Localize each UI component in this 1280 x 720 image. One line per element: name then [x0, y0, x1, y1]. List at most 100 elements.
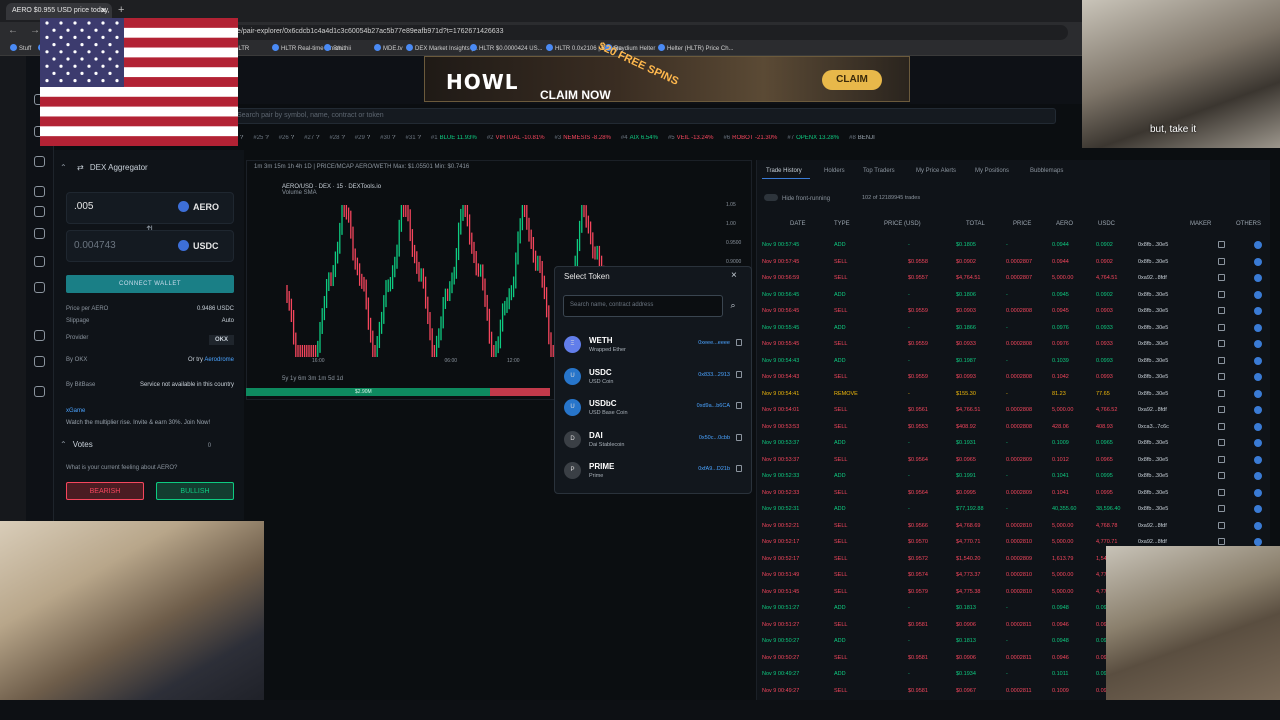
- token-address[interactable]: 0x833...2913: [698, 372, 730, 378]
- table-row[interactable]: Nov 9 00:56:45 ADD - $0.1806 - 0.0945 0.0902 0x…: [760, 288, 1268, 304]
- table-row[interactable]: Nov 9 00:53:37 SELL $0.9564 $0.0965 0.000280…: [760, 453, 1268, 469]
- xgame-label[interactable]: xGame: [66, 408, 234, 414]
- forward-icon[interactable]: →: [30, 25, 40, 36]
- slippage-value[interactable]: Auto: [222, 318, 234, 324]
- trade-maker[interactable]: 0x8fb...30e5: [1138, 391, 1168, 397]
- table-row[interactable]: Nov 9 00:54:43 ADD - $0.1987 - 0.1039 0.0993 0x…: [760, 354, 1268, 370]
- ticker-item[interactable]: #3 NEMESIS -8.28%: [555, 135, 611, 141]
- cart-icon[interactable]: [34, 356, 45, 367]
- votes-chevron-icon[interactable]: ⌃: [60, 440, 67, 449]
- trades-tab[interactable]: My Price Alerts: [916, 168, 956, 174]
- star-icon[interactable]: [34, 156, 45, 167]
- ticker-item[interactable]: #28?: [329, 135, 344, 141]
- etherscan-icon[interactable]: [1218, 241, 1225, 248]
- trade-maker[interactable]: 0x8fb...30e5: [1138, 490, 1168, 496]
- token-row[interactable]: Ξ WETH Wrapped Ether 0xeee...eeee: [562, 332, 746, 362]
- copy-icon[interactable]: [736, 370, 742, 378]
- etherscan-icon[interactable]: [1218, 323, 1225, 331]
- explorer-globe-icon[interactable]: [1254, 406, 1262, 414]
- ticker-item[interactable]: #30?: [380, 135, 395, 141]
- explorer-globe-icon[interactable]: [1254, 538, 1262, 546]
- range-selector[interactable]: 5y 1y 6m 3m 1m 5d 1d: [282, 376, 343, 382]
- table-row[interactable]: Nov 9 00:54:43 SELL $0.9559 $0.0993 0.000280…: [760, 370, 1268, 386]
- to-token-selector[interactable]: USDC: [178, 240, 219, 251]
- bookmark-item[interactable]: Stuff: [10, 44, 31, 52]
- provider-select[interactable]: OKX: [208, 335, 234, 345]
- explorer-globe-icon[interactable]: [1254, 274, 1262, 282]
- column-header[interactable]: AERO: [1056, 221, 1073, 227]
- from-token-selector[interactable]: AERO: [178, 201, 219, 212]
- table-row[interactable]: Nov 9 00:52:33 SELL $0.9564 $0.0995 0.000280…: [760, 486, 1268, 502]
- trade-maker[interactable]: 0xa92...8fdf: [1138, 407, 1167, 413]
- etherscan-icon[interactable]: [1218, 356, 1225, 364]
- trade-maker[interactable]: 0x8fb...30e5: [1138, 259, 1168, 265]
- table-row[interactable]: Nov 9 00:57:45 ADD - $0.1805 - 0.0944 0.0902 0x…: [760, 238, 1268, 254]
- column-header[interactable]: OTHERS: [1236, 221, 1261, 227]
- trade-maker[interactable]: 0x8fb...30e5: [1138, 457, 1168, 463]
- copy-icon[interactable]: [736, 402, 742, 409]
- etherscan-icon[interactable]: [1218, 389, 1225, 397]
- column-header[interactable]: USDC: [1098, 221, 1115, 227]
- power-icon[interactable]: [34, 386, 45, 397]
- table-row[interactable]: Nov 9 00:54:41 REMOVE - $155.30 - 81.23 77.65 0…: [760, 387, 1268, 403]
- trades-tab[interactable]: Bubblemaps: [1030, 168, 1063, 174]
- explorer-globe-icon[interactable]: [1254, 505, 1262, 513]
- trade-maker[interactable]: 0xa92...8fdf: [1138, 523, 1167, 529]
- table-row[interactable]: Nov 9 00:53:53 SELL $0.9553 $408.92 0.000280…: [760, 420, 1268, 436]
- etherscan-icon[interactable]: [1218, 472, 1225, 479]
- ticker-item[interactable]: #27?: [304, 135, 319, 141]
- explorer-globe-icon[interactable]: [1254, 488, 1262, 497]
- chart-toolbar[interactable]: 1m 3m 15m 1h 4h 1D | PRICE/MCAP AERO/WET…: [246, 160, 752, 178]
- trade-maker[interactable]: 0x8fb...30e5: [1138, 374, 1168, 380]
- etherscan-icon[interactable]: [1218, 307, 1225, 314]
- ticker-item[interactable]: #4 AIX 6.54%: [621, 135, 658, 141]
- token-row[interactable]: U USDbC USD Base Coin 0xd9a...b6CA: [562, 395, 746, 425]
- trade-maker[interactable]: 0x8fb...30e5: [1138, 292, 1168, 298]
- table-row[interactable]: Nov 9 00:52:21 SELL $0.9566 $4,768.69 0.0002…: [760, 519, 1268, 535]
- bullish-button[interactable]: BULLISH: [156, 482, 234, 500]
- search-icon[interactable]: ⌕: [724, 296, 742, 316]
- connect-wallet-button[interactable]: CONNECT WALLET: [66, 275, 234, 293]
- explorer-globe-icon[interactable]: [1254, 340, 1262, 348]
- to-amount-input[interactable]: 0.004743: [74, 240, 116, 251]
- etherscan-icon[interactable]: [1218, 373, 1225, 380]
- bookmark-item[interactable]: MDE.tv: [374, 44, 403, 52]
- trade-maker[interactable]: 0x8fb...30e5: [1138, 440, 1168, 446]
- ticker-item[interactable]: #1 BLUE 11.93%: [431, 135, 477, 141]
- ticker-item[interactable]: #6 ROBOT -21.30%: [723, 135, 777, 141]
- trade-maker[interactable]: 0xa92...8fdf: [1138, 539, 1167, 545]
- trade-maker[interactable]: 0xa92...8fdf: [1138, 275, 1167, 281]
- etherscan-icon[interactable]: [1218, 422, 1225, 430]
- ad-claim-button[interactable]: CLAIM: [822, 70, 882, 90]
- explorer-globe-icon[interactable]: [1254, 472, 1262, 480]
- copy-icon[interactable]: [736, 465, 742, 472]
- hide-front-running-toggle[interactable]: Hide front-running: [764, 194, 830, 202]
- etherscan-icon[interactable]: [1218, 257, 1225, 265]
- etherscan-icon[interactable]: [1218, 274, 1225, 281]
- etherscan-icon[interactable]: [1218, 340, 1225, 347]
- column-header[interactable]: TYPE: [834, 221, 850, 227]
- table-row[interactable]: Nov 9 00:56:45 SELL $0.9559 $0.0903 0.000280…: [760, 304, 1268, 320]
- etherscan-icon[interactable]: [1218, 521, 1225, 529]
- etherscan-icon[interactable]: [1218, 488, 1225, 496]
- bookmark-item[interactable]: Helter (HLTR) Price Ch...: [658, 44, 734, 52]
- explorer-globe-icon[interactable]: [1254, 323, 1262, 332]
- token-address[interactable]: 0xeee...eeee: [698, 340, 730, 346]
- ticker-item[interactable]: #31?: [406, 135, 421, 141]
- etherscan-icon[interactable]: [1218, 455, 1225, 463]
- ticker-item[interactable]: #8 BENJI: [849, 135, 875, 141]
- table-row[interactable]: Nov 9 00:55:45 SELL $0.9559 $0.0933 0.000280…: [760, 337, 1268, 353]
- stats-icon[interactable]: [34, 282, 45, 293]
- close-icon[interactable]: ×: [731, 270, 737, 281]
- ticker-item[interactable]: #7 OPENX 13.28%: [787, 135, 839, 141]
- trade-maker[interactable]: 0xca3...7c6c: [1138, 424, 1169, 430]
- ticker-item[interactable]: #2 VIRTUAL -10.81%: [487, 135, 545, 141]
- new-tab-button[interactable]: +: [118, 4, 124, 16]
- trades-tab[interactable]: Top Traders: [863, 168, 895, 174]
- token-address[interactable]: 0x50c...0cbb: [699, 435, 730, 441]
- column-header[interactable]: PRICE: [1013, 221, 1031, 227]
- trades-tab[interactable]: My Positions: [975, 168, 1009, 174]
- column-header[interactable]: TOTAL: [966, 221, 985, 227]
- settings-icon[interactable]: [34, 256, 45, 267]
- xgame-promo[interactable]: Watch the multiplier rise. Invite & earn…: [66, 420, 234, 426]
